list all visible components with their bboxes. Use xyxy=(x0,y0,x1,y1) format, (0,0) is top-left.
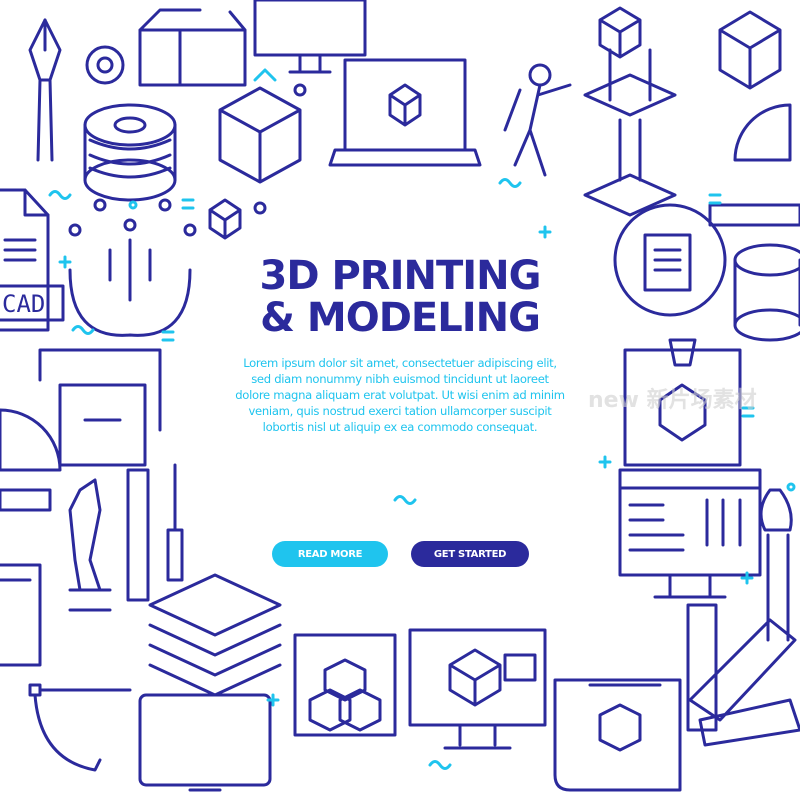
body-line: sed diam nonummy nibh euismod tincidunt … xyxy=(251,372,549,386)
get-started-button[interactable]: GET STARTED xyxy=(411,541,529,567)
headline-line-2: & MODELING xyxy=(260,295,541,341)
hero-content: 3D PRINTING & MODELING Lorem ipsum dolor… xyxy=(190,255,610,435)
body-line: Lorem ipsum dolor sit amet, consectetuer… xyxy=(243,356,557,370)
body-line: lobortis nisl ut aliquip ex ea commodo c… xyxy=(262,420,538,434)
body-line: veniam, quis nostrud exerci tation ullam… xyxy=(248,404,552,418)
filament-spool-icon xyxy=(83,103,177,202)
cta-group: READ MORE GET STARTED xyxy=(0,541,800,567)
cube-icon xyxy=(218,83,307,215)
cube-stack-icon xyxy=(293,633,397,737)
circuit-gear-icon xyxy=(68,198,197,337)
body-text: Lorem ipsum dolor sit amet, consectetuer… xyxy=(190,355,610,435)
headline-line-1: 3D PRINTING xyxy=(259,253,542,299)
filament-spool-icon xyxy=(733,243,800,342)
blueprint-icon xyxy=(553,678,682,792)
printer-3d-icon xyxy=(0,563,112,667)
read-more-button[interactable]: READ MORE xyxy=(272,541,388,567)
headline: 3D PRINTING & MODELING xyxy=(190,255,610,339)
body-line: dolore magna aliquam erat volutpat. Ut w… xyxy=(235,388,565,402)
document-cycle-icon xyxy=(613,203,727,317)
monitor-icon xyxy=(408,628,547,750)
settings-monitor-icon xyxy=(618,468,762,599)
cube-icon xyxy=(208,198,242,240)
protractor-icon xyxy=(708,103,800,227)
pen-nib-icon xyxy=(28,18,62,162)
laptop-icon xyxy=(328,58,482,167)
tablet-icon xyxy=(138,693,272,792)
person-jetpack-icon xyxy=(503,63,572,177)
watermark: new 新片场素材 xyxy=(588,388,757,413)
poster: 3D PRINTING & MODELING Lorem ipsum dolor… xyxy=(0,0,800,800)
gear-icon xyxy=(85,45,125,85)
cad-label: CAD xyxy=(2,290,46,318)
box-icon xyxy=(138,8,247,87)
layers-icon xyxy=(148,573,282,697)
ruler-icon xyxy=(126,468,150,602)
bezier-icon xyxy=(28,683,132,772)
printer-3d-icon xyxy=(38,348,162,467)
printer-3d-icon xyxy=(583,48,677,217)
color-swatch-icon xyxy=(686,603,800,747)
ruler-icon xyxy=(0,408,62,512)
wrench-icon xyxy=(68,478,102,592)
